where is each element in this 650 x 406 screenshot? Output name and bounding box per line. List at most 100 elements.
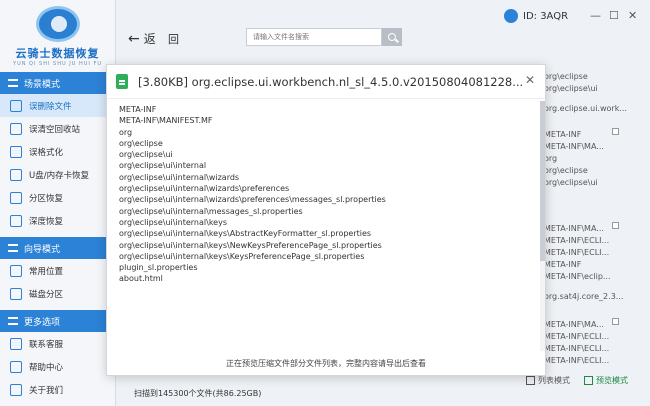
nav-label: 联系客服 bbox=[29, 339, 64, 350]
archive-entry: org\eclipse\ui\internal\keys bbox=[119, 217, 227, 227]
archive-entry: org\eclipse\ui\internal\keys\KeysPrefere… bbox=[119, 251, 365, 261]
dialog-footer-note: 正在预览压缩文件部分文件列表，完整内容请导出后查看 bbox=[226, 359, 426, 368]
archive-entry: org\eclipse\ui\internal\wizards bbox=[119, 172, 240, 182]
archive-entry: org\eclipse\ui\internal\keys\NewKeysPref… bbox=[119, 240, 382, 250]
logo-icon bbox=[35, 6, 80, 42]
archive-entry: org\eclipse\ui\internal\wizards\preferen… bbox=[119, 184, 290, 194]
app-logo: 云骑士数据恢复 YUN QI SHI SHU JU HUI FU bbox=[0, 0, 115, 72]
user-id: ID: 3AQR bbox=[523, 10, 569, 22]
user-avatar-icon bbox=[504, 9, 518, 23]
dialog-scrollbar[interactable] bbox=[540, 101, 545, 351]
section-title: 向导模式 bbox=[24, 244, 61, 255]
back-arrow-icon: ← bbox=[128, 30, 140, 47]
item-checkbox[interactable] bbox=[612, 128, 619, 135]
list-item: META-INF\ECLI... bbox=[544, 236, 610, 245]
usb-icon bbox=[10, 168, 22, 181]
nav-label: 深度恢复 bbox=[29, 216, 64, 227]
back-label: 返 bbox=[143, 32, 156, 46]
topbar: ← 返 回 ID: 3AQR — ☐ ✕ bbox=[116, 0, 650, 56]
nav-help-center[interactable]: 帮助中心 bbox=[0, 355, 115, 378]
list-item: org\eclipse\ui bbox=[544, 84, 598, 93]
help-icon bbox=[10, 360, 22, 373]
nav-usb-card[interactable]: U盘/内存卡恢复 bbox=[0, 163, 115, 186]
dialog-title: [3.80KB] org.eclipse.ui.workbench.nl_sl_… bbox=[138, 74, 524, 89]
nav-label: 误格式化 bbox=[29, 147, 64, 158]
archive-file-icon bbox=[116, 74, 128, 89]
sidebar: 云骑士数据恢复 YUN QI SHI SHU JU HUI FU 场景模式 误删… bbox=[0, 0, 116, 406]
list-mode-label: 列表模式 bbox=[538, 376, 570, 385]
section-title: 更多选项 bbox=[24, 317, 61, 328]
list-item: org\eclipse bbox=[544, 72, 588, 81]
section-title: 场景模式 bbox=[24, 79, 61, 90]
list-item: META-INF\MA... bbox=[544, 320, 604, 329]
back-label-2[interactable]: 回 bbox=[168, 31, 179, 47]
archive-entry: org\eclipse\ui\internal bbox=[119, 161, 207, 171]
disk-icon bbox=[10, 287, 22, 300]
nav-deleted-files[interactable]: 误删除文件 bbox=[0, 94, 115, 117]
preview-mode-label: 预览模式 bbox=[596, 376, 628, 385]
nav-label: 误清空回收站 bbox=[29, 124, 81, 135]
logo-subtitle: YUN QI SHI SHU JU HUI FU bbox=[13, 61, 102, 67]
nav-label: 磁盘分区 bbox=[29, 289, 64, 300]
archive-entry: org\eclipse\ui\internal\keys\AbstractKey… bbox=[119, 229, 372, 239]
dialog-close-button[interactable]: ✕ bbox=[525, 73, 535, 87]
menu-icon bbox=[8, 317, 18, 325]
preview-dialog: [3.80KB] org.eclipse.ui.workbench.nl_sl_… bbox=[106, 64, 546, 376]
archive-entry: org\eclipse\ui bbox=[119, 150, 173, 160]
nav-common-locations[interactable]: 常用位置 bbox=[0, 259, 115, 282]
archive-entry: plugin_sl.properties bbox=[119, 263, 198, 273]
nav-formatted[interactable]: 误格式化 bbox=[0, 140, 115, 163]
archive-entry: org bbox=[119, 127, 133, 137]
maximize-button[interactable]: ☐ bbox=[609, 9, 619, 22]
nav-partition-recovery[interactable]: 分区恢复 bbox=[0, 186, 115, 209]
scrollbar-thumb[interactable] bbox=[540, 101, 545, 261]
user-info: ID: 3AQR bbox=[504, 9, 568, 23]
search-button[interactable] bbox=[382, 28, 402, 46]
deep-scan-icon bbox=[10, 214, 22, 227]
list-item: org.sat4j.core_2.3... bbox=[544, 292, 624, 301]
section-scene-mode[interactable]: 场景模式 bbox=[0, 72, 115, 94]
nav-recycle-bin[interactable]: 误清空回收站 bbox=[0, 117, 115, 140]
menu-icon bbox=[8, 244, 18, 252]
nav-label: 分区恢复 bbox=[29, 193, 64, 204]
nav-label: 误删除文件 bbox=[29, 101, 72, 112]
nav-label: U盘/内存卡恢复 bbox=[29, 170, 90, 181]
preview-icon bbox=[584, 376, 593, 385]
nav-deep-recovery[interactable]: 深度恢复 bbox=[0, 209, 115, 232]
list-mode-button[interactable]: 列表模式 bbox=[526, 375, 570, 386]
archive-entry: META-INF\MANIFEST.MF bbox=[119, 116, 213, 126]
section-more-options[interactable]: 更多选项 bbox=[0, 310, 115, 332]
nav-label: 常用位置 bbox=[29, 266, 64, 277]
archive-entry: org\eclipse bbox=[119, 138, 163, 148]
menu-icon bbox=[8, 79, 18, 87]
search-input[interactable] bbox=[246, 28, 382, 46]
nav-disk-partition[interactable]: 磁盘分区 bbox=[0, 282, 115, 305]
list-item: META-INF\ECLI... bbox=[544, 344, 610, 353]
minimize-button[interactable]: — bbox=[590, 9, 601, 22]
archive-entry: org\eclipse\ui\internal\wizards\preferen… bbox=[119, 195, 386, 205]
list-item: META-INF\eclip... bbox=[544, 272, 611, 281]
list-item: org\eclipse bbox=[544, 166, 588, 175]
back-button[interactable]: ← 返 bbox=[128, 30, 156, 47]
preview-mode-button[interactable]: 预览模式 bbox=[584, 375, 628, 386]
list-item: META-INF\MA... bbox=[544, 142, 604, 151]
nav-contact-support[interactable]: 联系客服 bbox=[0, 332, 115, 355]
partition-icon bbox=[10, 191, 22, 204]
nav-label: 关于我们 bbox=[29, 385, 64, 396]
support-icon bbox=[10, 337, 22, 350]
search-icon bbox=[388, 33, 396, 41]
item-checkbox[interactable] bbox=[612, 318, 619, 325]
location-icon bbox=[10, 264, 22, 277]
list-item: META-INF bbox=[544, 260, 582, 269]
section-wizard-mode[interactable]: 向导模式 bbox=[0, 237, 115, 259]
info-icon bbox=[10, 383, 22, 396]
scan-status: 扫描到145300个文件(共86.25GB) bbox=[134, 389, 262, 398]
recycle-bin-icon bbox=[10, 122, 22, 135]
archive-entry: about.html bbox=[119, 274, 163, 284]
close-window-button[interactable]: ✕ bbox=[628, 9, 637, 22]
list-item: META-INF\ECLI... bbox=[544, 332, 610, 341]
item-checkbox[interactable] bbox=[612, 222, 619, 229]
nav-about-us[interactable]: 关于我们 bbox=[0, 378, 115, 401]
nav-label: 帮助中心 bbox=[29, 362, 64, 373]
list-item: META-INF bbox=[544, 130, 582, 139]
